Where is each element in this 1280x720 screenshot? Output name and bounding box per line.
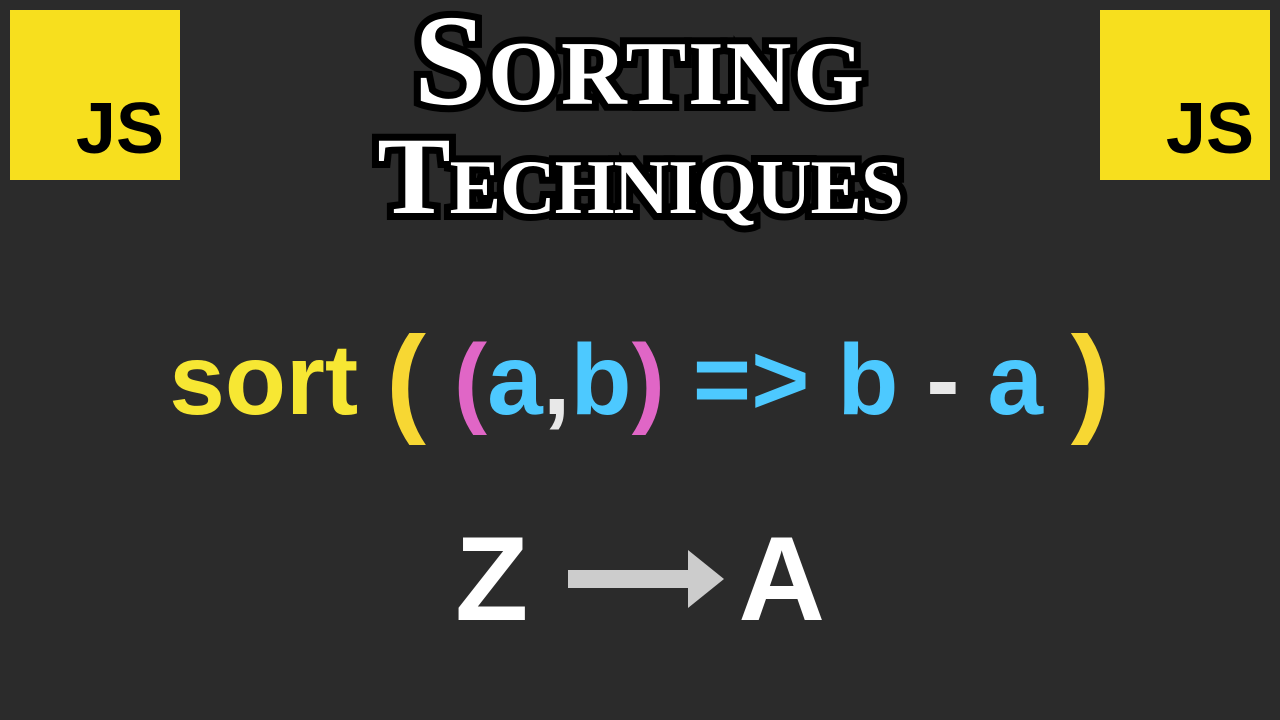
title-line-2: Techniques (377, 124, 902, 229)
code-comma: , (543, 324, 571, 436)
code-body-a: a (987, 324, 1043, 436)
direction-line: Z A (0, 510, 1280, 648)
code-paren-outer-open: ( (386, 312, 426, 446)
code-paren-inner-close: ) (632, 324, 665, 436)
direction-from: Z (455, 510, 528, 648)
code-expression: sort ( (a,b) => b - a ) (0, 310, 1280, 448)
code-param-b: b (571, 324, 632, 436)
js-badge-right: JS (1100, 10, 1270, 180)
code-arrow: => (693, 324, 810, 436)
js-badge-right-text: JS (1166, 88, 1254, 170)
code-minus: - (926, 324, 959, 436)
code-paren-inner-open: ( (454, 324, 487, 436)
js-badge-left-text: JS (76, 88, 164, 170)
code-paren-outer-close: ) (1071, 312, 1111, 446)
title-line-1: Sorting (377, 0, 902, 124)
title-block: Sorting Techniques (377, 0, 902, 228)
direction-to: A (738, 510, 825, 648)
code-param-a: a (487, 324, 543, 436)
js-badge-left: JS (10, 10, 180, 180)
arrow-right-icon (568, 570, 698, 588)
code-method: sort (169, 324, 358, 436)
code-body-b: b (837, 324, 898, 436)
